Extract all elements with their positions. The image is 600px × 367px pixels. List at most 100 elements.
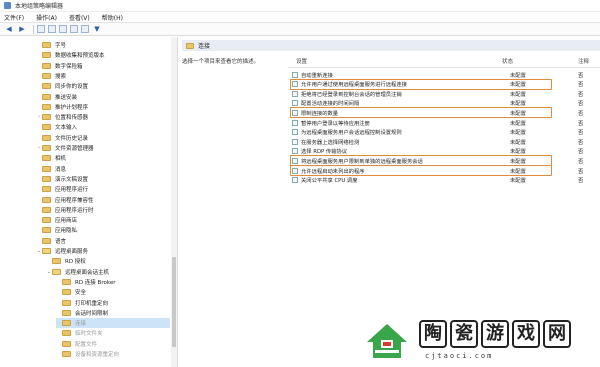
filter-icon[interactable]: ▼	[92, 24, 102, 34]
tree-item[interactable]: 打印机重定向	[56, 298, 170, 308]
export-list-icon[interactable]	[59, 25, 67, 33]
help-icon[interactable]	[70, 25, 78, 33]
folder-icon	[42, 227, 51, 234]
policy-note: 否	[578, 72, 584, 79]
tree-item[interactable]: 语言	[36, 236, 170, 246]
policy-state: 未配置	[510, 178, 526, 185]
policy-name: 关闭公平共享 CPU 调度	[301, 178, 358, 185]
policy-row[interactable]: 在服务器上选择网络检测 未配置 否	[292, 137, 600, 146]
folder-icon	[42, 62, 51, 69]
highlight-box	[290, 107, 552, 119]
policy-setting-icon	[292, 148, 298, 155]
tree-item[interactable]: 安全	[56, 287, 170, 297]
policy-state: 未配置	[510, 149, 526, 156]
tree-item[interactable]: 配置文件	[56, 339, 170, 349]
tree-item[interactable]: 应用程序运行时	[36, 205, 170, 215]
highlight-box	[290, 78, 552, 90]
watermark-char: 网	[543, 320, 571, 348]
tree-item[interactable]: 应用程序兼容性	[36, 195, 170, 205]
tree-item[interactable]: 推护计划程序	[36, 102, 170, 112]
tree-item[interactable]: › 文件资源管理器	[36, 143, 170, 153]
tree-item[interactable]: 数据收集和预览版本	[36, 50, 170, 60]
tree-item[interactable]: 应用隐私	[36, 225, 170, 235]
tree-item-label: RD 连接 Broker	[75, 279, 116, 286]
policy-name: 在服务器上选择网络检测	[301, 139, 360, 146]
tree-item[interactable]: 设备和资源重定向	[56, 349, 170, 359]
tree-item-label: 远程桌面服务	[55, 249, 89, 255]
properties-icon[interactable]	[81, 25, 89, 33]
policy-state: 未配置	[510, 139, 526, 146]
folder-icon	[42, 196, 51, 203]
column-setting[interactable]: 设置	[296, 57, 307, 67]
watermark-text: 陶瓷游戏网	[419, 320, 574, 348]
up-folder-icon[interactable]	[37, 25, 45, 33]
tree-item-label: 设备和资源重定向	[75, 352, 120, 358]
tree-item[interactable]: 应用程序运行	[36, 184, 170, 194]
folder-icon	[62, 299, 71, 306]
policy-row[interactable]: 为远程桌面服务用户会话远程控制设置规则 未配置 否	[292, 128, 600, 137]
watermark-char: 瓷	[450, 320, 478, 348]
tree-item[interactable]: 应用商店	[36, 215, 170, 225]
tree-item[interactable]: 相机	[36, 153, 170, 163]
menu-file[interactable]: 文件(F)	[4, 13, 24, 22]
policy-row[interactable]: 自动重新连接 未配置 否	[292, 70, 600, 79]
policy-row[interactable]: 暂停用户登录以等待应用注册 未配置 否	[292, 118, 600, 127]
pane-title: 连接	[198, 43, 211, 50]
tree-item[interactable]: 数字保险箱	[36, 61, 170, 71]
policy-state: 未配置	[510, 130, 526, 137]
show-tree-icon[interactable]	[48, 25, 56, 33]
folder-icon	[62, 320, 71, 327]
app-icon	[4, 2, 11, 9]
column-note[interactable]: 注释	[578, 57, 589, 67]
watermark-char: 游	[481, 320, 509, 348]
tree-item[interactable]: 字号	[36, 40, 170, 50]
tree-item[interactable]: 消息	[36, 164, 170, 174]
tree-item[interactable]: 临时文件夹	[56, 328, 170, 338]
tree-item[interactable]: 文件历史记录	[36, 133, 170, 143]
policy-setting-icon	[292, 138, 298, 145]
tree-item[interactable]: › 位置和传感器	[36, 112, 170, 122]
menu-view[interactable]: 查看(V)	[69, 13, 90, 22]
folder-icon	[42, 248, 51, 254]
tree-item[interactable]: ⌄ 远程桌面会话主机	[46, 267, 170, 277]
tree-item-label: 推护计划程序	[55, 104, 89, 111]
policy-note: 否	[578, 178, 584, 185]
tree-item-label: 应用程序兼容性	[55, 197, 94, 204]
forward-icon[interactable]: ▶	[17, 24, 27, 34]
tree-item[interactable]: ⌄ 远程桌面服务	[36, 246, 170, 256]
tree-item[interactable]: 文本输入	[36, 122, 170, 132]
tree-item-label: 搜索	[55, 73, 67, 80]
tree-item[interactable]: 演示文稿设置	[36, 174, 170, 184]
policy-note: 否	[578, 82, 584, 89]
tree-item[interactable]: 搜索	[36, 71, 170, 81]
tree-item-label: RD 授权	[65, 259, 86, 266]
navigation-tree: 字号 数据收集和预览版本 数字保险箱搜索 同步你的设置 推送安装推护计划程序 › 位置和传感…	[0, 37, 178, 367]
tree-item[interactable]: RD 授权	[46, 256, 170, 266]
window-title: 本地组策略编辑器	[15, 3, 64, 10]
back-icon[interactable]: ◀	[4, 24, 14, 34]
policy-row[interactable]: 关闭公平共享 CPU 调度 未配置 否	[292, 176, 600, 185]
policy-row[interactable]: 拒绝将已经登录到控制台会话的管理员注销 未配置 否	[292, 89, 600, 98]
folder-icon	[42, 124, 51, 131]
tree-item[interactable]: 推送安装	[36, 92, 170, 102]
tree-item[interactable]: 连接	[56, 318, 170, 329]
menu-help[interactable]: 帮助(H)	[102, 13, 123, 22]
toolbar-separator	[33, 24, 34, 34]
folder-icon	[42, 165, 51, 172]
tree-item[interactable]: 会话时间限制	[56, 308, 170, 318]
toolbar: ◀ ▶ ▼	[0, 23, 600, 36]
policy-setting-icon	[292, 177, 298, 184]
tree-item[interactable]: 同步你的设置	[36, 81, 170, 91]
tree-item-label: 应用程序运行	[55, 187, 89, 194]
tree-scrollbar-thumb[interactable]	[172, 257, 176, 347]
tree-scrollbar[interactable]	[171, 37, 177, 367]
policy-note: 否	[578, 110, 584, 117]
menu-action[interactable]: 操作(A)	[36, 13, 57, 22]
folder-icon	[42, 103, 51, 110]
folder-icon	[42, 186, 51, 193]
policy-note: 否	[578, 101, 584, 108]
column-state[interactable]: 状态	[502, 57, 513, 67]
folder-icon	[42, 206, 51, 213]
tree-item[interactable]: RD 连接 Broker	[56, 277, 170, 287]
tree-item-label: 远程桌面会话主机	[65, 269, 110, 276]
